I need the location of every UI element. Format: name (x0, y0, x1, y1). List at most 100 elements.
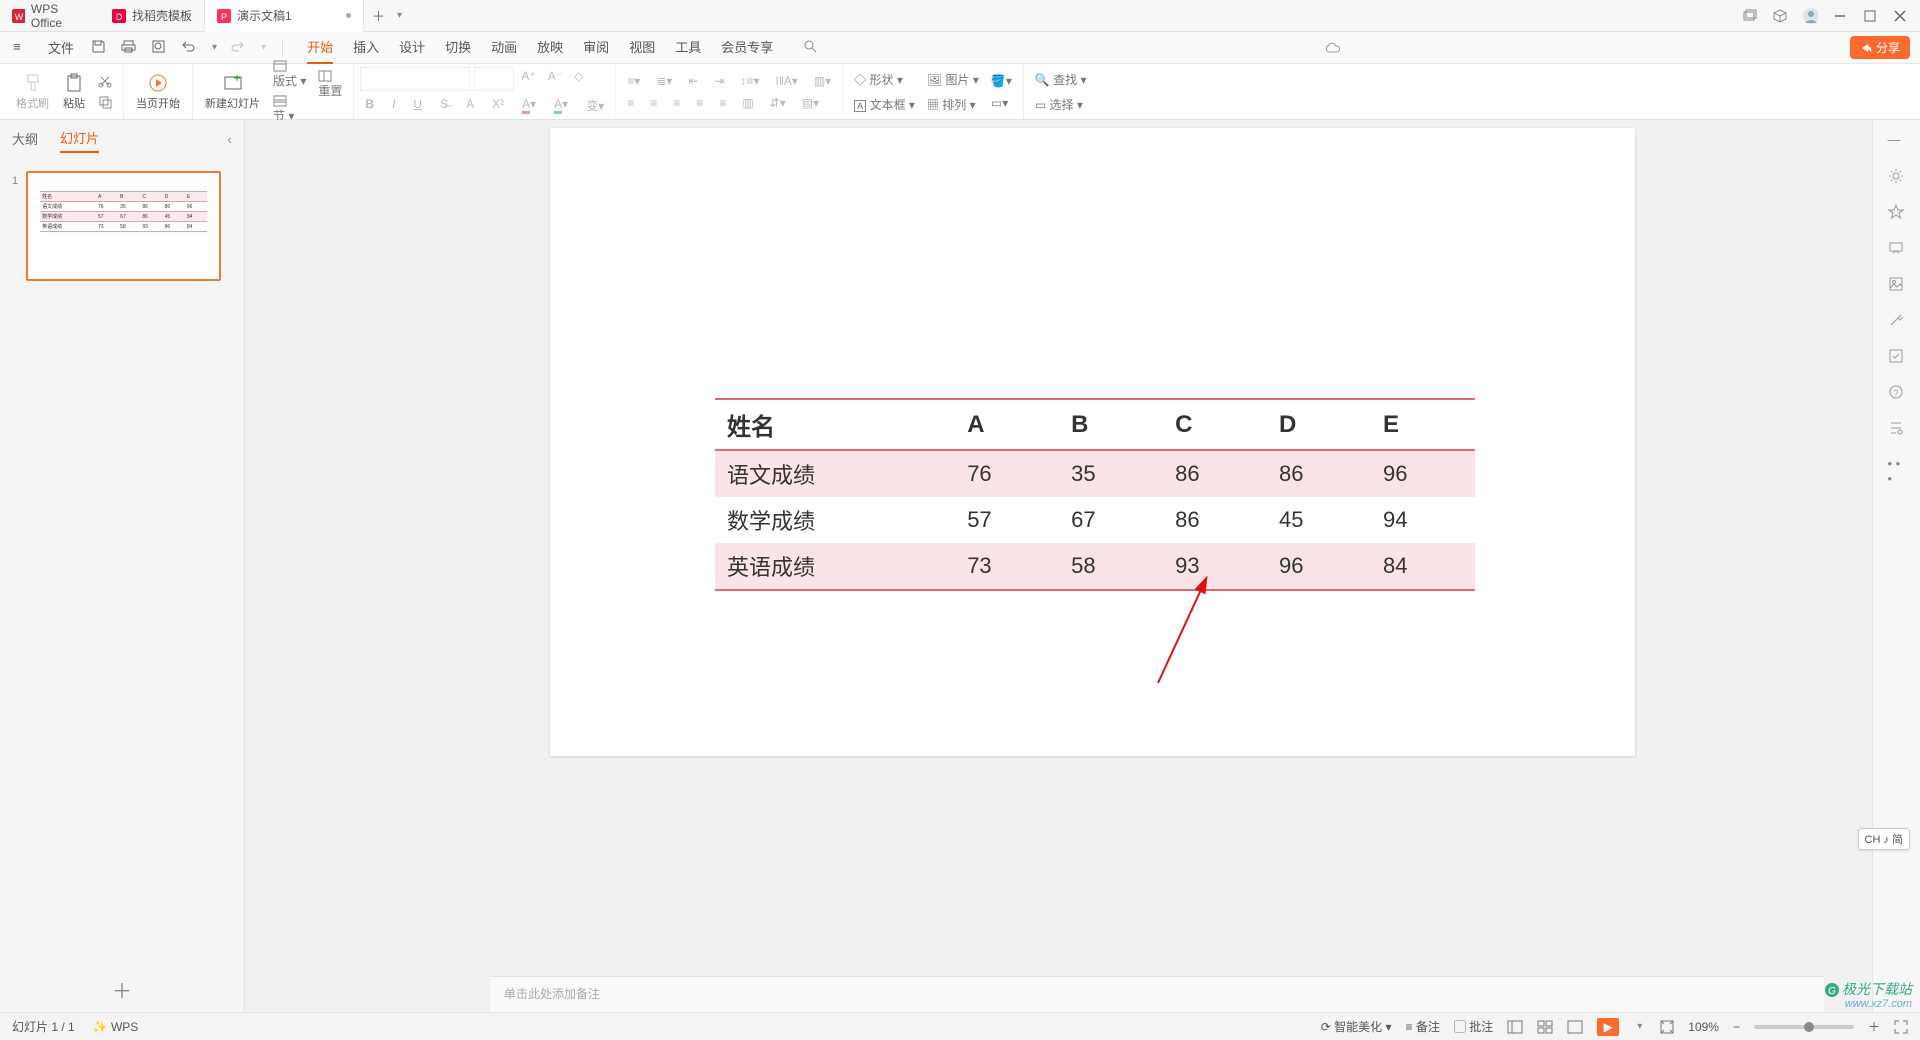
increase-font-icon[interactable]: A⁺ (516, 67, 540, 91)
decrease-font-icon[interactable]: A⁻ (543, 67, 567, 91)
image-icon[interactable] (1888, 276, 1906, 294)
spacing-icon[interactable]: ⇵▾ (765, 94, 791, 112)
text-effect-icon[interactable]: 变▾ (581, 95, 609, 116)
columns-icon[interactable]: ▥▾ (809, 72, 836, 90)
fullscreen-icon[interactable] (1894, 1020, 1908, 1034)
redo-dropdown-icon[interactable]: ▾ (257, 42, 270, 53)
file-menu[interactable]: 文件 (48, 38, 74, 57)
align-right-icon[interactable]: ≡ (668, 94, 685, 112)
zoom-out-icon[interactable]: − (1733, 1020, 1740, 1034)
view-sorter-icon[interactable] (1537, 1020, 1553, 1034)
comments-button[interactable]: ▢ 批注 (1454, 1018, 1493, 1035)
find-button[interactable]: 🔍 查找 ▾ (1030, 69, 1092, 90)
from-current-button[interactable]: 当页开始 (130, 68, 186, 116)
tab-document[interactable]: P 演示文稿1 (204, 0, 364, 32)
bold-icon[interactable]: B (360, 95, 379, 116)
italic-icon[interactable]: I (387, 95, 400, 116)
highlight-icon[interactable]: A▾ (549, 95, 573, 116)
wps-mode[interactable]: ✨ WPS (93, 1020, 139, 1034)
new-tab-button[interactable]: ＋ (364, 6, 393, 25)
text-direction-icon[interactable]: I‖A▾ (771, 72, 803, 90)
undo-dropdown-icon[interactable]: ▾ (208, 42, 221, 53)
th-a[interactable]: A (955, 399, 1059, 450)
copy-icon[interactable] (93, 93, 117, 111)
outline-icon[interactable]: ▭▾ (986, 94, 1017, 112)
redo-icon[interactable] (230, 39, 248, 57)
design-icon[interactable] (1888, 420, 1906, 438)
presenter-icon[interactable] (1888, 240, 1906, 258)
menu-icon[interactable]: ≡ (13, 39, 31, 57)
tab-animation[interactable]: 动画 (491, 31, 517, 64)
print-icon[interactable] (121, 39, 139, 57)
slide-1[interactable]: 姓名 A B C D E 语文成绩7635868696 数学成绩57678645… (550, 128, 1635, 756)
view-normal-icon[interactable] (1507, 1020, 1523, 1034)
notes-pane[interactable]: 单击此处添加备注 (490, 976, 1824, 1012)
print-preview-icon[interactable] (151, 39, 169, 57)
tab-transition[interactable]: 切换 (445, 31, 471, 64)
number-list-icon[interactable]: ≣▾ (651, 72, 677, 90)
line-spacing-icon[interactable]: ↕≡▾ (735, 72, 764, 90)
settings-icon[interactable] (1888, 168, 1906, 186)
select-button[interactable]: ▭ 选择 ▾ (1030, 94, 1092, 115)
cloud-icon[interactable] (1323, 41, 1341, 55)
vert-align-icon[interactable]: ▥ (737, 94, 758, 112)
slide-thumbnail-1[interactable]: 姓名ABCDE 语文成绩7635868696 数学成绩5767864594 英语… (26, 171, 221, 281)
view-reading-icon[interactable] (1567, 1020, 1583, 1034)
avatar-icon[interactable] (1802, 8, 1818, 24)
collapse-panel-icon[interactable]: ‹ (227, 131, 232, 151)
tab-tools[interactable]: 工具 (675, 31, 701, 64)
align-center-icon[interactable]: ≡ (645, 94, 662, 112)
more-para-icon[interactable]: ▤▾ (797, 94, 824, 112)
textbox-button[interactable]: A 文本框 ▾ (849, 94, 920, 115)
th-name[interactable]: 姓名 (715, 399, 955, 450)
tab-review[interactable]: 审阅 (583, 31, 609, 64)
clear-format-icon[interactable]: ◇ (569, 67, 588, 91)
font-family-select[interactable] (360, 67, 470, 91)
more-icon[interactable]: • • • (1888, 456, 1906, 474)
save-icon[interactable] (91, 39, 109, 57)
th-d[interactable]: D (1267, 399, 1371, 450)
strike-icon[interactable]: S̶ (435, 95, 453, 116)
shape-button[interactable]: ◇ 形状 ▾ (849, 69, 920, 90)
slideshow-dropdown-icon[interactable]: ▾ (1633, 1021, 1646, 1032)
share-button[interactable]: 分享 (1850, 36, 1910, 59)
tab-template[interactable]: D 找稻壳模板 (100, 0, 204, 32)
tab-view[interactable]: 视图 (629, 31, 655, 64)
undo-icon[interactable] (181, 39, 199, 57)
slide-canvas[interactable]: 姓名 A B C D E 语文成绩7635868696 数学成绩57678645… (245, 120, 1872, 1012)
cube-icon[interactable] (1772, 8, 1788, 24)
superscript-icon[interactable]: X² (487, 95, 509, 116)
format-brush-button[interactable]: 格式刷 (10, 68, 55, 116)
align-dist-icon[interactable]: ≡ (714, 94, 731, 112)
multi-window-icon[interactable] (1742, 8, 1758, 24)
zoom-in-icon[interactable]: ＋ (1868, 1018, 1880, 1035)
layout-button[interactable]: 版式 ▾ (268, 58, 311, 91)
tab-wps-home[interactable]: W WPS Office (0, 0, 100, 32)
font-color-icon[interactable]: A▾ (517, 95, 541, 116)
th-e[interactable]: E (1371, 399, 1475, 450)
text-a-icon[interactable]: A (461, 95, 479, 116)
reset-button[interactable]: 重置 (313, 68, 347, 101)
tab-member[interactable]: 会员专享 (721, 31, 773, 64)
align-left-icon[interactable]: ≡ (622, 94, 639, 112)
zoom-slider[interactable] (1754, 1025, 1854, 1029)
th-b[interactable]: B (1059, 399, 1163, 450)
beautify-button[interactable]: ⟳ 智能美化 ▾ (1321, 1018, 1392, 1035)
th-c[interactable]: C (1163, 399, 1267, 450)
slideshow-button[interactable]: ▶ (1597, 1018, 1619, 1036)
tab-slideshow[interactable]: 放映 (537, 31, 563, 64)
bullet-list-icon[interactable]: ≡▾ (622, 72, 645, 90)
minimize-button[interactable] (1832, 8, 1848, 24)
indent-left-icon[interactable]: ⇤ (683, 72, 703, 90)
tools-icon[interactable] (1888, 312, 1906, 330)
add-slide-button[interactable]: ＋ (0, 967, 244, 1012)
arrange-button[interactable]: ▦ 排列 ▾ (922, 94, 984, 115)
tab-design[interactable]: 设计 (399, 31, 425, 64)
fill-icon[interactable]: 🪣▾ (986, 72, 1017, 90)
outline-tab[interactable]: 大纲 (12, 129, 38, 152)
indent-right-icon[interactable]: ⇥ (709, 72, 729, 90)
cut-icon[interactable] (93, 72, 117, 90)
maximize-button[interactable] (1862, 8, 1878, 24)
fit-window-icon[interactable] (1660, 1020, 1674, 1034)
font-size-select[interactable] (474, 67, 514, 91)
